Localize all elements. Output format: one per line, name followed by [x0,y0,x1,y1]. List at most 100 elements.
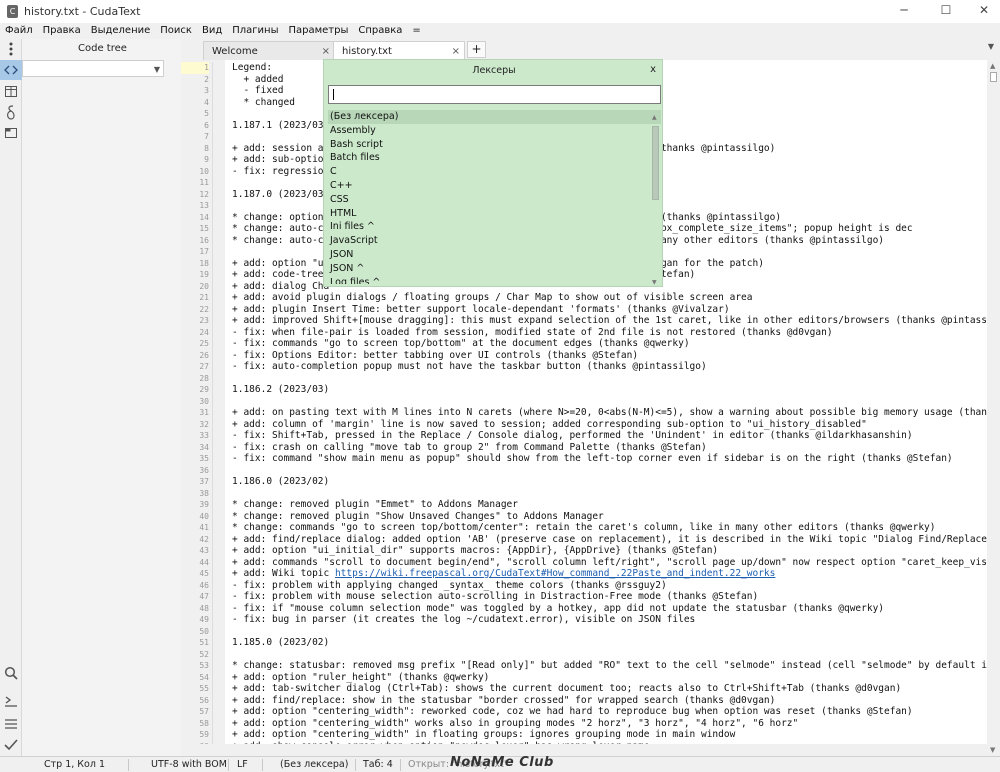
tabs-icon[interactable] [0,123,22,143]
editor-line[interactable]: 49 - fix: bug in parser (it creates the l… [181,614,987,626]
chevron-down-icon[interactable]: ▼ [154,65,160,74]
code-tree-filter-combo[interactable]: ▼ [22,60,164,77]
output-icon[interactable] [0,713,22,733]
editor-line[interactable]: 42 + add: find/replace dialog: added opti… [181,533,987,545]
editor-line[interactable]: 51 1.185.0 (2023/02) [181,637,987,649]
editor-line[interactable]: 40 * change: removed plugin "Show Unsaved… [181,510,987,522]
menu-search[interactable]: Поиск [155,23,197,39]
menu-file[interactable]: Файл [0,23,38,39]
editor-line[interactable]: 25 - fix: commands "go to screen top/bott… [181,338,987,350]
editor-line[interactable]: 33 - fix: Shift+Tab, pressed in the Repla… [181,430,987,442]
editor-line[interactable]: 54 + add: option "ruler_height" (thanks @… [181,671,987,683]
lexer-list-item[interactable]: HTML [328,207,661,221]
editor-line[interactable]: 31 + add: on pasting text with M lines in… [181,407,987,419]
menu-extra[interactable]: = [407,23,425,39]
menu-edit[interactable]: Правка [38,23,86,39]
editor-line[interactable]: 26 - fix: Options Editor: better tabbing … [181,349,987,361]
package-icon[interactable] [0,81,22,101]
editor-line[interactable]: 29 1.186.2 (2023/03) [181,384,987,396]
editor-line[interactable]: 37 1.186.0 (2023/02) [181,476,987,488]
editor-line[interactable]: 48 - fix: if "mouse column selection mode… [181,602,987,614]
scroll-down-icon[interactable]: ▼ [990,746,995,754]
minimize-button[interactable]: ─ [888,0,920,23]
scroll-down-icon[interactable]: ▼ [652,279,657,286]
lexer-list-item[interactable]: (Без лексера) [328,110,661,124]
code-tree-panel[interactable] [22,78,174,756]
popup-close-button[interactable]: x [650,64,656,75]
console-icon[interactable] [0,691,22,711]
editor-line[interactable]: 24 - fix: when file-pair is loaded from s… [181,326,987,338]
horizontal-scrollbar[interactable] [181,744,987,756]
menu-icon[interactable] [0,39,22,59]
code-tree-icon[interactable] [0,60,22,80]
maximize-button[interactable]: ☐ [930,0,962,23]
lexer-list-item[interactable]: Bash script [328,138,661,152]
editor-line[interactable]: 56 + add: find/replace: show in the statu… [181,694,987,706]
editor-line[interactable]: 57 + add: option "centering_width": rewor… [181,706,987,718]
editor-line[interactable]: 22 + add: plugin Insert Time: better supp… [181,303,987,315]
editor-line[interactable]: 30 [181,395,987,407]
search-icon[interactable] [0,663,22,683]
editor-line[interactable]: 44 + add: commands "scroll to document be… [181,556,987,568]
editor-line[interactable]: 27 - fix: auto-completion popup must not … [181,361,987,373]
menu-options[interactable]: Параметры [283,23,353,39]
editor-line[interactable]: 28 [181,372,987,384]
lexer-search-input[interactable] [328,85,661,104]
menu-plugins[interactable]: Плагины [227,23,283,39]
editor-line[interactable]: 50 [181,625,987,637]
editor-line[interactable]: 58 + add: option "centering_width" works … [181,717,987,729]
line-text: 1.186.0 (2023/02) [232,476,329,488]
editor-line[interactable]: 35 - fix: command "show main menu as popu… [181,453,987,465]
tabs-menu-icon[interactable]: ▼ [988,42,994,51]
line-number: 49 [199,615,209,624]
editor-line[interactable]: 21 + add: avoid plugin dialogs / floating… [181,292,987,304]
tab-history[interactable]: history.txt × [333,41,465,60]
editor-line[interactable]: 36 [181,464,987,476]
scroll-thumb[interactable] [652,126,659,200]
status-tab-size[interactable]: Таб: 4 [363,757,393,772]
lexer-list-item[interactable]: Log files ^ [328,276,661,284]
editor-line[interactable]: 34 - fix: crash on calling "move tab to g… [181,441,987,453]
editor-line[interactable]: 59 + add: option "centering_width" in flo… [181,729,987,741]
menu-view[interactable]: Вид [197,23,227,39]
lexer-list-item[interactable]: Batch files [328,151,661,165]
menu-help[interactable]: Справка [353,23,407,39]
status-lexer[interactable]: (Без лексера) [280,757,348,772]
status-line-ends[interactable]: LF [237,757,248,772]
lexer-list-item[interactable]: JSON ^ [328,262,661,276]
editor-line[interactable]: 41 * change: commands "go to screen top/b… [181,522,987,534]
scroll-thumb[interactable] [990,72,997,82]
lexer-list-item[interactable]: JSON [328,248,661,262]
editor-line[interactable]: 53 * change: statusbar: removed msg prefi… [181,660,987,672]
validate-icon[interactable] [0,735,22,755]
editor-line[interactable]: 32 + add: column of 'margin' line is now … [181,418,987,430]
editor-line[interactable]: 23 + add: improved Shift+[mouse dragging]… [181,315,987,327]
lexer-list-item[interactable]: C++ [328,179,661,193]
snippet-icon[interactable] [0,102,22,122]
editor-line[interactable]: 46 - fix: problem with applying changed _… [181,579,987,591]
menu-selection[interactable]: Выделение [86,23,156,39]
editor-line[interactable]: 55 + add: tab-switcher dialog (Ctrl+Tab):… [181,683,987,695]
editor-line[interactable]: 43 + add: option "ui_initial_dir" support… [181,545,987,557]
editor-line[interactable]: 47 - fix: problem with mouse selection au… [181,591,987,603]
lexer-list[interactable]: (Без лексера) Assembly Bash script Batch fi… [328,110,661,284]
editor-line[interactable]: 52 [181,648,987,660]
lexer-list-item[interactable]: JavaScript [328,234,661,248]
vertical-scrollbar[interactable]: ▲ ▼ [987,60,1000,756]
tab-welcome[interactable]: Welcome × [203,41,335,60]
status-caret-position[interactable]: Стр 1, Кол 1 [44,757,105,772]
lexer-list-item[interactable]: CSS [328,193,661,207]
editor-line[interactable]: 38 [181,487,987,499]
close-button[interactable]: ✕ [968,0,1000,23]
scroll-up-icon[interactable]: ▲ [652,114,657,121]
lexer-list-scrollbar[interactable]: ▲ ▼ [651,114,660,286]
wiki-link[interactable]: https://wiki.freepascal.org/CudaText#How… [335,568,775,579]
lexer-list-item[interactable]: C [328,165,661,179]
scroll-up-icon[interactable]: ▲ [990,62,995,70]
lexer-list-item[interactable]: Ini files ^ [328,220,661,234]
add-tab-button[interactable]: + [467,41,486,58]
lexer-list-item[interactable]: Assembly [328,124,661,138]
editor-line[interactable]: 45 + add: Wiki topic https://wiki.freepas… [181,568,987,580]
status-encoding[interactable]: UTF-8 with BOM [151,757,227,772]
editor-line[interactable]: 39 * change: removed plugin "Emmet" to Ad… [181,499,987,511]
